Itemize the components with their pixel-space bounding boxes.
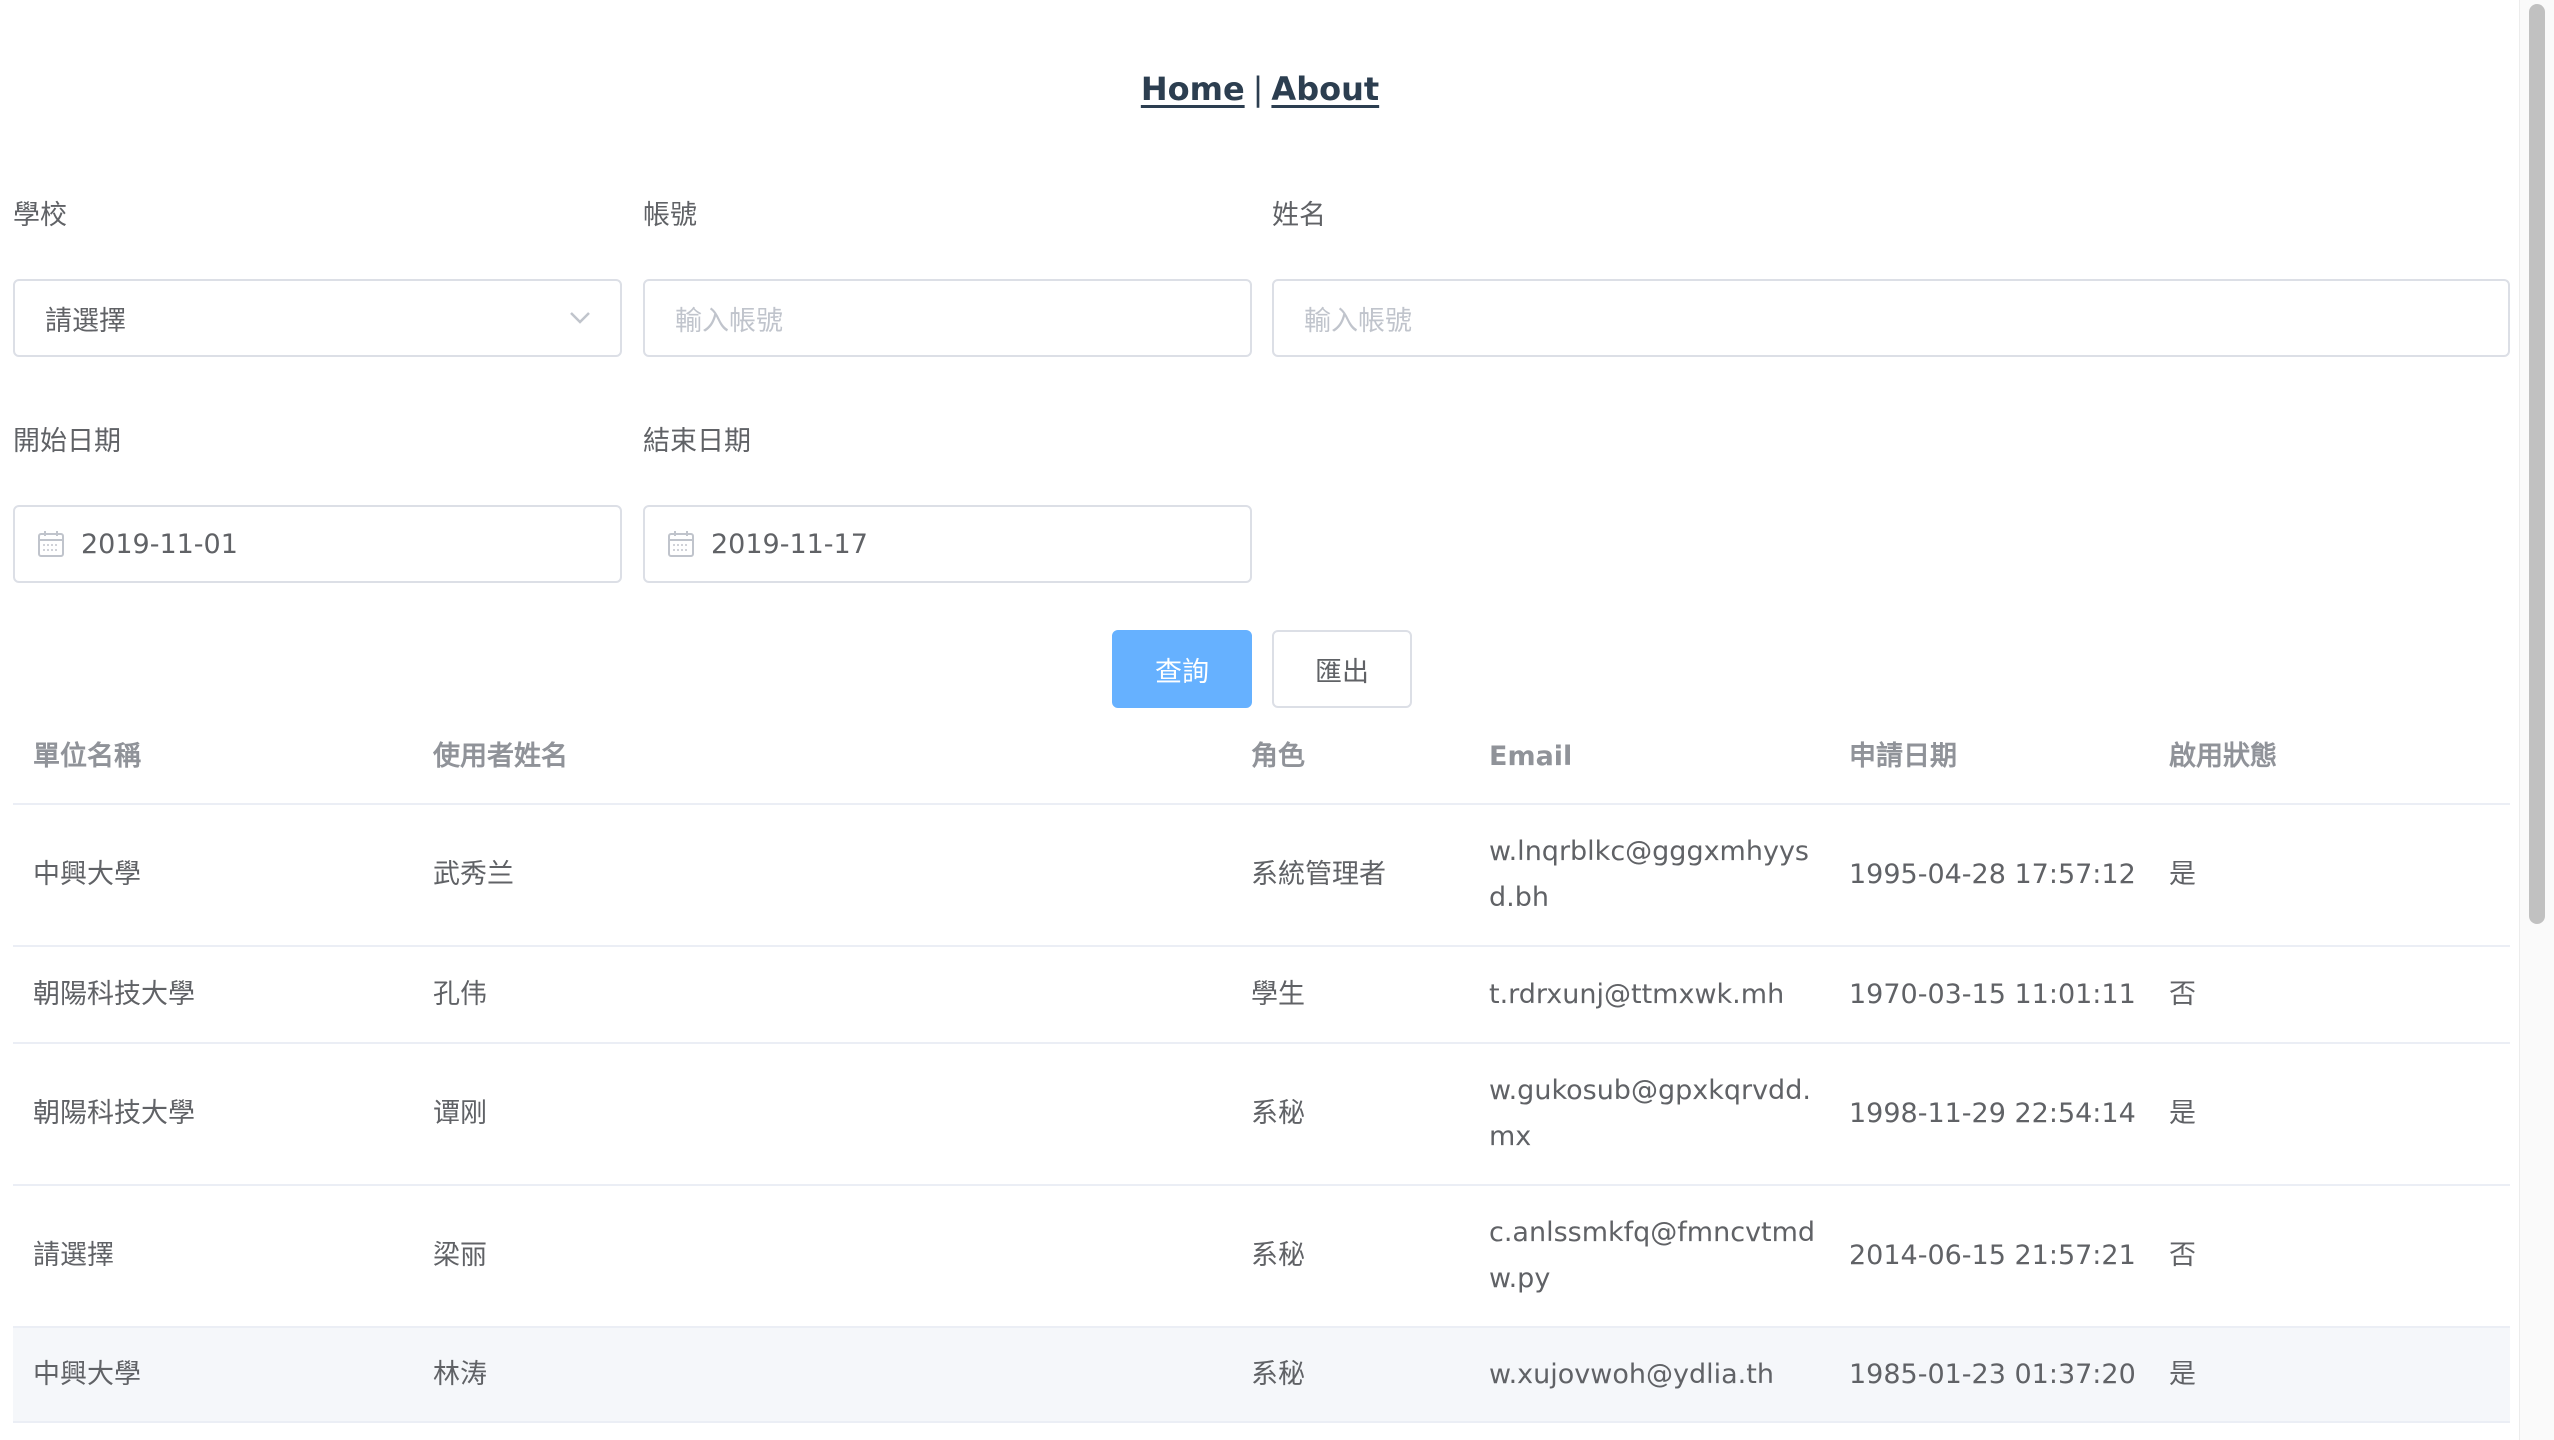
header-email[interactable]: Email: [1489, 710, 1829, 803]
nav-home-link[interactable]: Home: [1141, 70, 1245, 108]
cell-email: w.gukosub@gpxkqrvdd.mx: [1489, 1075, 1811, 1152]
cell-status: 是: [2169, 1358, 2196, 1390]
start-date-label: 開始日期: [13, 426, 121, 457]
cell-apply-date: 2014-06-15 21:57:21: [1849, 1240, 2136, 1271]
cell-user-name: 武秀兰: [433, 859, 514, 890]
cell-email: w.xujovwoh@ydlia.th: [1489, 1358, 1774, 1390]
account-input-placeholder: 輸入帳號: [675, 305, 783, 337]
school-label: 學校: [13, 200, 67, 231]
cell-status: 否: [2169, 978, 2196, 1010]
start-date-value: 2019-11-01: [81, 528, 238, 560]
cell-user-name: 谭刚: [433, 1098, 487, 1129]
calendar-icon: [668, 531, 694, 557]
name-input[interactable]: 輸入帳號: [1272, 279, 2510, 357]
cell-email: t.rdrxunj@ttmxwk.mh: [1489, 978, 1785, 1010]
nav-about-link[interactable]: About: [1271, 70, 1379, 108]
account-label: 帳號: [643, 200, 697, 231]
vertical-scrollbar[interactable]: [2519, 0, 2554, 1440]
end-date-value: 2019-11-17: [711, 528, 868, 560]
cell-apply-date: 1995-04-28 17:57:12: [1849, 859, 2136, 890]
table-row[interactable]: 中興大學 林涛 系秘 w.xujovwoh@ydlia.th 1985-01-2…: [13, 1328, 2510, 1423]
header-apply-date[interactable]: 申請日期: [1849, 710, 2149, 803]
cell-unit: 請選擇: [33, 1240, 114, 1271]
table-row[interactable]: 請選擇 梁丽 系秘 c.anlssmkfq@fmncvtmdw.py 2014-…: [13, 1186, 2510, 1328]
name-label: 姓名: [1272, 200, 1326, 231]
cell-unit: 中興大學: [33, 1358, 141, 1390]
users-table: 單位名稱 使用者姓名 角色 Email 申請日期 啟用狀態 中興大學 武秀兰 系…: [13, 710, 2510, 1423]
school-select[interactable]: 請選擇: [13, 279, 622, 357]
header-status[interactable]: 啟用狀態: [2169, 710, 2469, 803]
cell-email: w.lnqrblkc@gggxmhyysd.bh: [1489, 836, 1809, 913]
cell-role: 系秘: [1251, 1098, 1305, 1129]
cell-role: 系秘: [1251, 1358, 1305, 1390]
end-date-label: 結束日期: [643, 426, 751, 457]
top-nav: Home | About: [0, 70, 2520, 108]
name-input-placeholder: 輸入帳號: [1304, 305, 1412, 337]
cell-role: 系統管理者: [1251, 859, 1386, 890]
cell-status: 是: [2169, 1098, 2196, 1129]
query-button[interactable]: 查詢: [1112, 630, 1252, 708]
cell-unit: 朝陽科技大學: [33, 978, 195, 1010]
cell-status: 是: [2169, 859, 2196, 890]
cell-user-name: 孔伟: [433, 978, 487, 1010]
cell-email: c.anlssmkfq@fmncvtmdw.py: [1489, 1217, 1816, 1294]
end-date-picker[interactable]: 2019-11-17: [643, 505, 1252, 583]
calendar-icon: [38, 531, 64, 557]
page: Home | About 學校 帳號 姓名 請選擇 輸入帳號 輸入帳號 開始日期 結…: [0, 0, 2554, 1440]
cell-apply-date: 1985-01-23 01:37:20: [1849, 1358, 2136, 1390]
table-header: 單位名稱 使用者姓名 角色 Email 申請日期 啟用狀態: [13, 710, 2510, 805]
cell-apply-date: 1970-03-15 11:01:11: [1849, 978, 2136, 1010]
export-button[interactable]: 匯出: [1272, 630, 1412, 708]
nav-separator: |: [1252, 70, 1264, 108]
cell-unit: 朝陽科技大學: [33, 1098, 195, 1129]
start-date-picker[interactable]: 2019-11-01: [13, 505, 622, 583]
school-select-value: 請選擇: [45, 305, 126, 337]
cell-role: 系秘: [1251, 1240, 1305, 1271]
table-row[interactable]: 朝陽科技大學 孔伟 學生 t.rdrxunj@ttmxwk.mh 1970-03…: [13, 947, 2510, 1044]
header-user-name[interactable]: 使用者姓名: [433, 710, 1213, 803]
cell-role: 學生: [1251, 978, 1305, 1010]
account-input[interactable]: 輸入帳號: [643, 279, 1252, 357]
cell-user-name: 林涛: [433, 1358, 487, 1390]
cell-apply-date: 1998-11-29 22:54:14: [1849, 1098, 2136, 1129]
header-role[interactable]: 角色: [1251, 710, 1471, 803]
cell-unit: 中興大學: [33, 859, 141, 890]
cell-status: 否: [2169, 1240, 2196, 1271]
scrollbar-thumb[interactable]: [2529, 4, 2545, 924]
table-row[interactable]: 朝陽科技大學 谭刚 系秘 w.gukosub@gpxkqrvdd.mx 1998…: [13, 1044, 2510, 1186]
cell-user-name: 梁丽: [433, 1240, 487, 1271]
chevron-down-icon: [558, 296, 602, 340]
header-unit[interactable]: 單位名稱: [33, 710, 413, 803]
table-row[interactable]: 中興大學 武秀兰 系統管理者 w.lnqrblkc@gggxmhyysd.bh …: [13, 805, 2510, 947]
